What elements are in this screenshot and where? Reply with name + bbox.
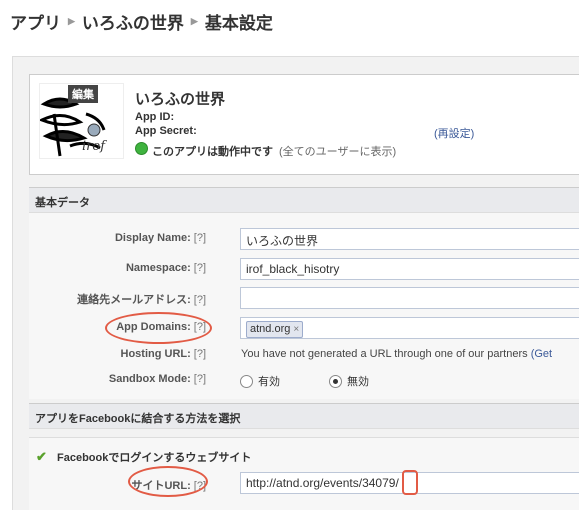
display-name-input[interactable]: いろふの世界 bbox=[240, 228, 579, 250]
annotation-ellipse bbox=[402, 470, 418, 495]
svg-text:irof: irof bbox=[82, 139, 107, 154]
section-basic-data: 基本データ bbox=[29, 187, 579, 213]
status-note: (全てのユーザーに表示) bbox=[279, 146, 397, 158]
sandbox-enabled-label: 有効 bbox=[258, 376, 280, 388]
namespace-label: Namespace: [?] bbox=[125, 262, 206, 274]
app-secret-label: App Secret: bbox=[135, 125, 197, 137]
namespace-input[interactable]: irof_black_hisotry bbox=[240, 258, 579, 280]
status-dot-icon bbox=[135, 142, 148, 155]
hosting-url-label: Hosting URL: [?] bbox=[120, 348, 207, 360]
breadcrumb-current: 基本設定 bbox=[204, 13, 273, 33]
sandbox-enabled-radio[interactable]: 有効 bbox=[240, 373, 280, 389]
app-name: いろふの世界 bbox=[135, 91, 226, 108]
breadcrumb-app-name[interactable]: いろふの世界 bbox=[82, 9, 184, 34]
checkmark-icon: ✔ bbox=[36, 449, 47, 464]
hosting-url-text: You have not generated a URL through one… bbox=[241, 348, 553, 360]
get-hosting-link[interactable]: (Get bbox=[531, 348, 552, 360]
section-integration: アプリをFacebookに結合する方法を選択 bbox=[29, 403, 579, 429]
app-id-label: App ID: bbox=[135, 111, 175, 123]
sandbox-disabled-label: 無効 bbox=[347, 376, 369, 388]
breadcrumb-arrow-icon: ▶ bbox=[68, 15, 75, 26]
contact-email-label: 連絡先メールアドレス: [?] bbox=[77, 294, 206, 306]
breadcrumb: アプリ ▶ いろふの世界 ▶ 基本設定 bbox=[10, 8, 273, 34]
breadcrumb-arrow-icon: ▶ bbox=[190, 15, 198, 26]
annotation-ellipse bbox=[105, 312, 212, 344]
website-title[interactable]: Facebookでログインするウェブサイト bbox=[57, 449, 251, 465]
reset-secret-link[interactable]: (再設定) bbox=[434, 125, 474, 141]
status-text: このアプリは動作中です bbox=[152, 146, 273, 158]
app-status: このアプリは動作中です (全てのユーザーに表示) bbox=[152, 143, 396, 159]
annotation-ellipse bbox=[128, 466, 208, 497]
radio-off-icon bbox=[240, 374, 253, 388]
breadcrumb-apps[interactable]: アプリ bbox=[10, 9, 61, 34]
sandbox-disabled-radio[interactable]: 無効 bbox=[329, 373, 369, 389]
remove-token-icon[interactable]: × bbox=[293, 324, 299, 335]
edit-logo-badge[interactable]: 編集 bbox=[68, 85, 98, 103]
domain-token: atnd.org × bbox=[246, 321, 304, 338]
app-domains-input[interactable]: atnd.org × bbox=[240, 317, 579, 339]
contact-email-input[interactable] bbox=[240, 287, 579, 309]
display-name-label: Display Name: [?] bbox=[114, 232, 206, 244]
sandbox-mode-label: Sandbox Mode: [?] bbox=[108, 373, 206, 385]
radio-on-icon bbox=[329, 374, 342, 388]
